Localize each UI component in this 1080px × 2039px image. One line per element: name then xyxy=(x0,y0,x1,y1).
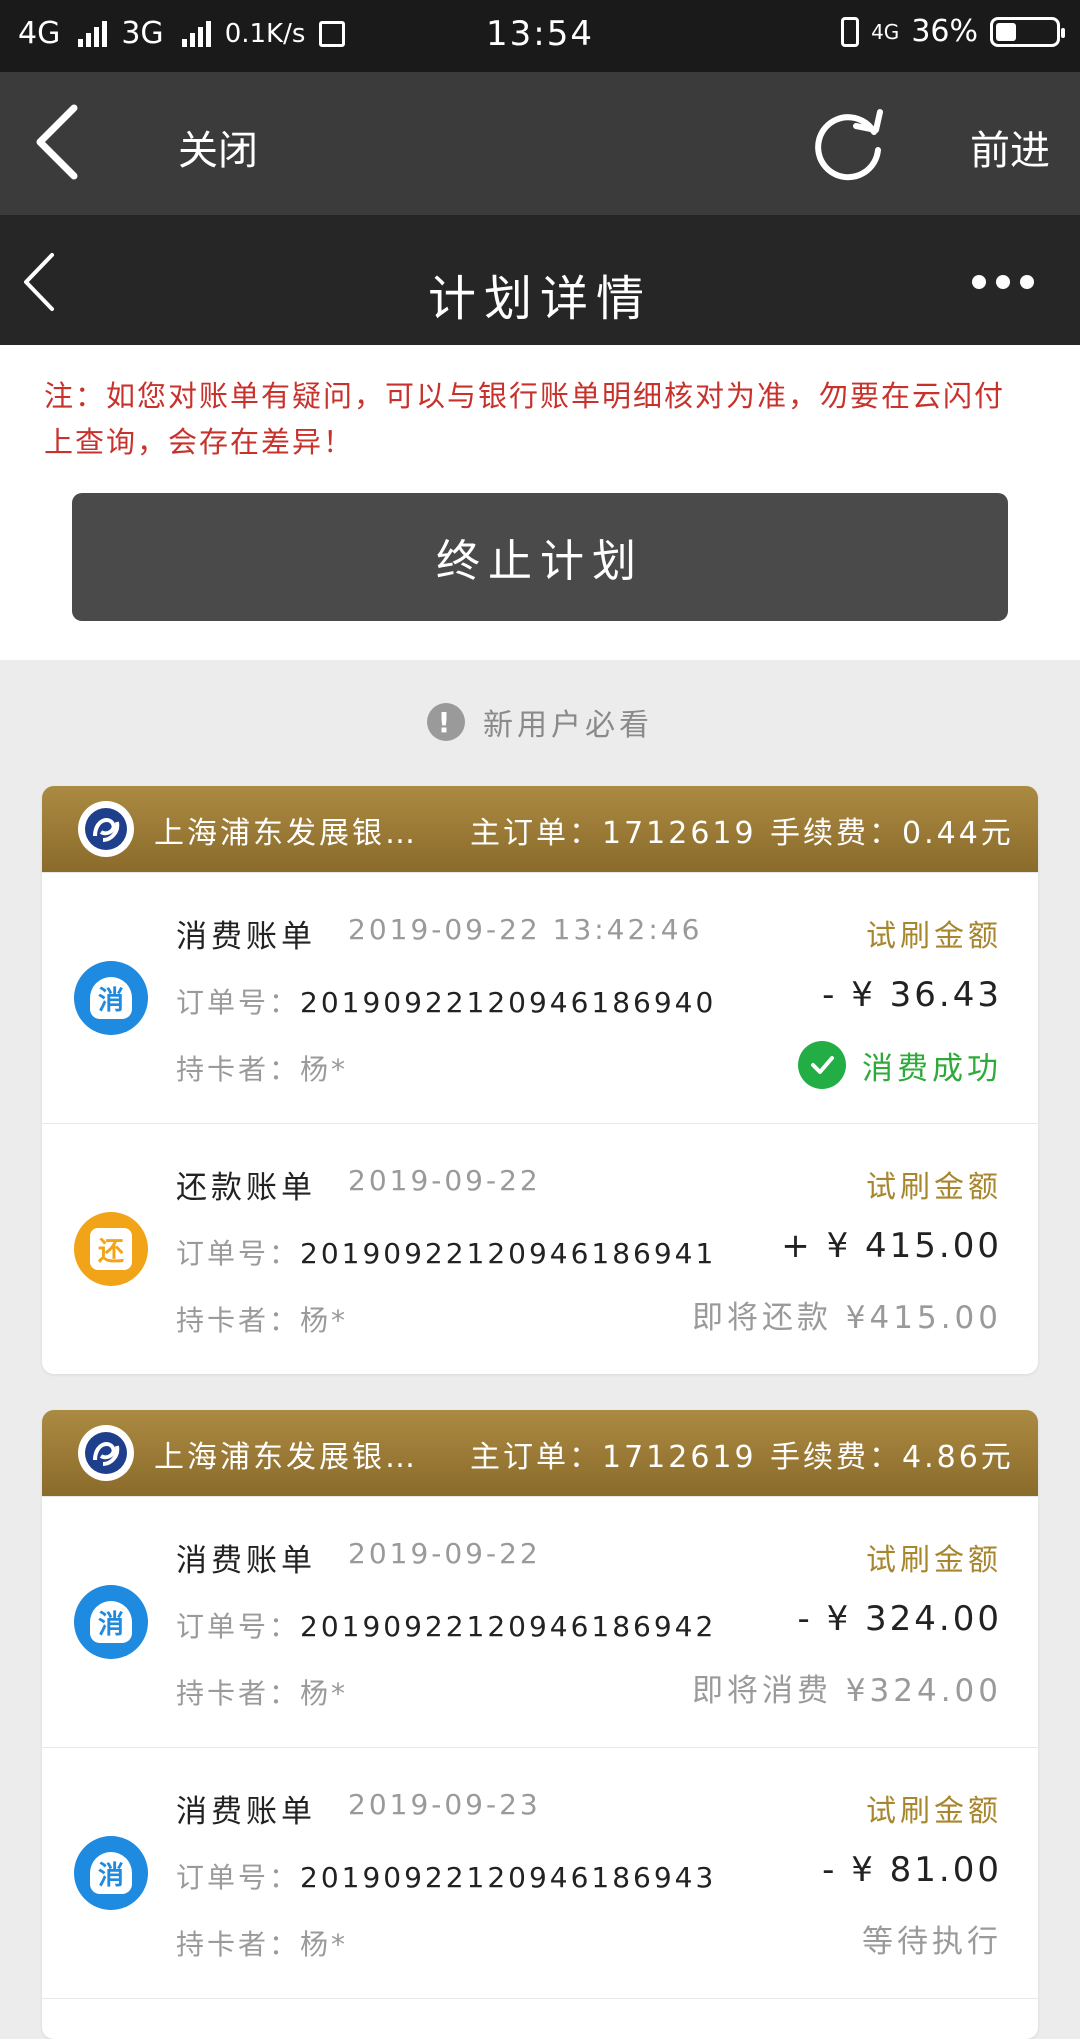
success-check-icon xyxy=(798,1041,846,1089)
stop-plan-button[interactable]: 终止计划 xyxy=(72,493,1008,621)
main-order: 主订单：1712619 xyxy=(470,1440,757,1475)
bill-type: 消费账单 xyxy=(176,1543,316,1579)
new-user-guide-link[interactable]: ! 新用户必看 xyxy=(0,700,1080,744)
bill-date: 2019-09-23 xyxy=(348,1788,541,1821)
bill-type: 消费账单 xyxy=(176,1794,316,1830)
bill-status: 消费成功 xyxy=(798,1041,1002,1089)
bill-date: 2019-09-22 xyxy=(348,1164,541,1197)
bank-logo-icon xyxy=(78,801,134,857)
bill-status-text: 即将消费 ¥324.00 xyxy=(691,1673,1002,1709)
bill-amount: - ¥ 324.00 xyxy=(797,1599,1002,1639)
bill-amount: - ¥ 81.00 xyxy=(822,1850,1002,1890)
bill-date: 2019-09-22 xyxy=(348,1537,541,1570)
bill-type: 消费账单 xyxy=(176,919,316,955)
trial-amount-label: 试刷金额 xyxy=(866,1170,1002,1205)
notice-section: 注：如您对账单有疑问，可以与银行账单明细核对为准，勿要在云闪付上查询，会存在差异… xyxy=(0,345,1080,660)
order-number: 订单号：201909221209461869​40 xyxy=(176,986,717,1019)
bank-name: 上海浦东发展银… xyxy=(154,816,418,851)
plan-card: 上海浦东发展银… 主订单：1712619 手续费：0.44元 消 消费账单 20… xyxy=(42,786,1038,1374)
battery-percent: 36% xyxy=(911,14,978,49)
bill-row[interactable]: 还 还款账单 2019-09-22 订单号：201909221209461869… xyxy=(42,1123,1038,1374)
status-bar: 4G 3G 0.1K/s 13:54 4G 36% xyxy=(0,0,1080,72)
order-number: 订单号：20190922120946186943 xyxy=(176,1861,717,1894)
plan-card-header: 上海浦东发展银… 主订单：1712619 手续费：0.44元 xyxy=(42,786,1038,872)
bank-logo-icon xyxy=(78,1425,134,1481)
consume-bill-icon: 消 xyxy=(74,1836,148,1910)
forward-button[interactable]: 前进 xyxy=(970,118,1050,176)
browser-bar: 关闭 前进 xyxy=(0,72,1080,215)
bill-row[interactable]: 消 消费账单 2019-09-23 订单号：201909221209461869… xyxy=(42,1747,1038,1998)
bill-amount: + ¥ 415.00 xyxy=(781,1226,1002,1266)
bill-date: 2019-09-22 13:42:46 xyxy=(348,913,703,946)
service-fee: 手续费：0.44元 xyxy=(770,816,1014,851)
order-number: 订单号：20190922120946186942 xyxy=(176,1610,717,1643)
trial-amount-label: 试刷金额 xyxy=(866,1794,1002,1829)
back-arrow-icon[interactable] xyxy=(28,102,88,182)
page-title: 计划详情 xyxy=(427,271,652,327)
close-button[interactable]: 关闭 xyxy=(178,118,258,176)
card-holder: 持卡者：杨* xyxy=(176,1304,349,1337)
consume-bill-icon: 消 xyxy=(74,1585,148,1659)
bill-status-text: 消费成功 xyxy=(862,1050,1002,1087)
service-fee: 手续费：4.86元 xyxy=(770,1440,1014,1475)
bill-amount: - ¥ 36.43 xyxy=(822,975,1002,1015)
network-type-3: 4G xyxy=(871,19,900,44)
plan-card-header: 上海浦东发展银… 主订单：1712619 手续费：4.86元 xyxy=(42,1410,1038,1496)
repay-bill-icon: 还 xyxy=(74,1212,148,1286)
vibrate-icon xyxy=(841,16,860,47)
guide-label: 新用户必看 xyxy=(483,708,653,743)
bill-row[interactable]: 消 消费账单 2019-09-22 订单号：201909221209461869… xyxy=(42,1496,1038,1747)
trial-amount-label: 试刷金额 xyxy=(866,919,1002,954)
order-number: 订单号：20190922120946186941 xyxy=(176,1237,717,1270)
bill-status-text: 等待执行 xyxy=(862,1924,1002,1960)
status-right: 4G 36% xyxy=(841,14,1065,49)
main-order: 主订单：1712619 xyxy=(470,816,757,851)
battery-icon xyxy=(990,16,1065,47)
bill-row-partial xyxy=(42,1998,1038,2039)
bank-name: 上海浦东发展银… xyxy=(154,1440,418,1475)
more-options-icon[interactable] xyxy=(972,275,1034,289)
card-holder: 持卡者：杨* xyxy=(176,1677,349,1710)
plan-card: 上海浦东发展银… 主订单：1712619 手续费：4.86元 消 消费账单 20… xyxy=(42,1410,1038,2039)
page-header: 计划详情 xyxy=(0,215,1080,345)
notice-text: 注：如您对账单有疑问，可以与银行账单明细核对为准，勿要在云闪付上查询，会存在差异… xyxy=(44,379,1006,459)
refresh-icon[interactable] xyxy=(810,106,890,186)
consume-bill-icon: 消 xyxy=(74,961,148,1035)
bill-status-text: 即将还款 ¥415.00 xyxy=(691,1300,1002,1336)
exclamation-icon: ! xyxy=(427,703,465,741)
bill-type: 还款账单 xyxy=(176,1170,316,1206)
card-holder: 持卡者：杨* xyxy=(176,1053,349,1086)
trial-amount-label: 试刷金额 xyxy=(866,1543,1002,1578)
battery-fill xyxy=(996,22,1017,41)
card-holder: 持卡者：杨* xyxy=(176,1928,349,1961)
bill-row[interactable]: 消 消费账单 2019-09-22 13:42:46 订单号：201909221… xyxy=(42,872,1038,1123)
